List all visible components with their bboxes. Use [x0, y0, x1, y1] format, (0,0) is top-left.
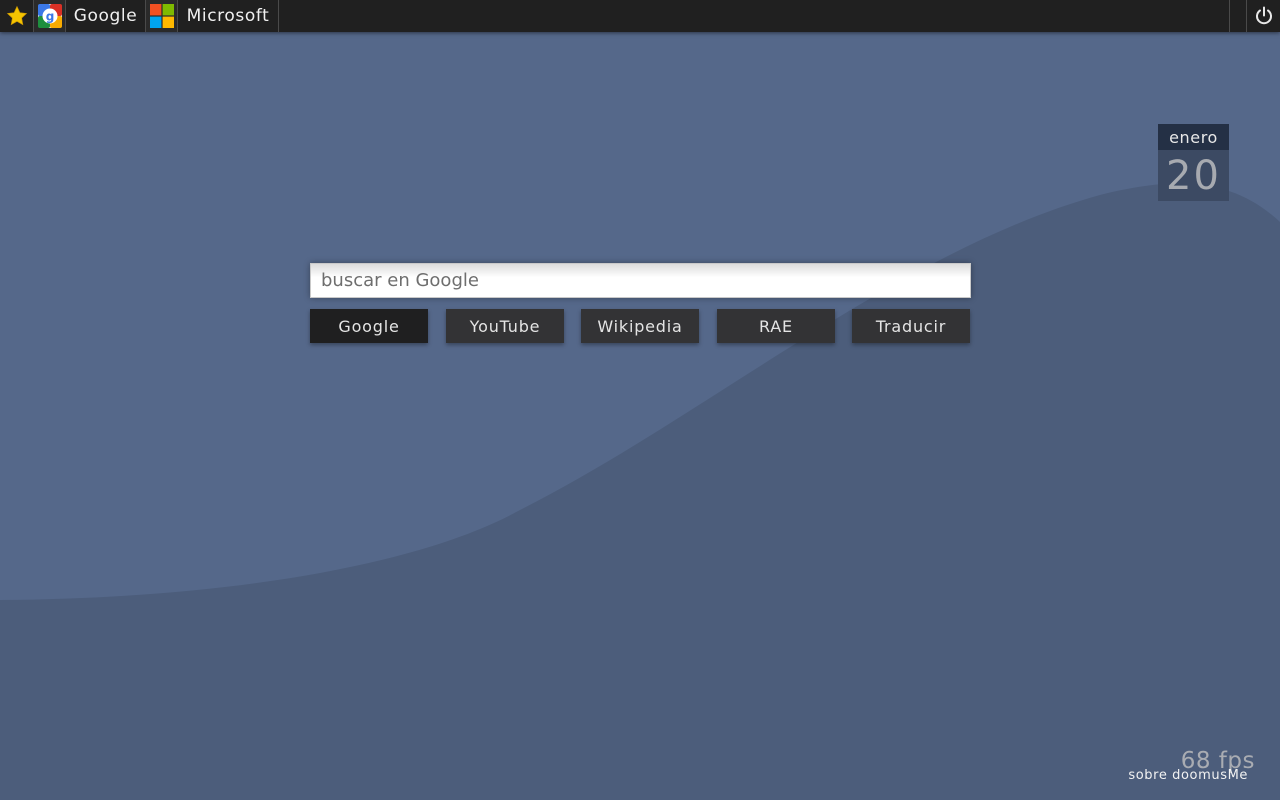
- power-button[interactable]: [1247, 0, 1280, 32]
- engine-button-label: Google: [338, 316, 400, 336]
- svg-text:g: g: [45, 10, 54, 24]
- google-bookmark-label: Google: [73, 6, 138, 26]
- calendar-widget: enero 20: [1158, 124, 1229, 201]
- engine-button-rae[interactable]: RAE: [717, 309, 835, 343]
- engine-button-traducir[interactable]: Traducir: [852, 309, 970, 343]
- microsoft-bookmark-icon-button[interactable]: [146, 0, 178, 32]
- microsoft-bookmark-label: Microsoft: [186, 6, 270, 26]
- about-link[interactable]: sobre doomusMe: [1128, 768, 1248, 783]
- star-icon: [6, 5, 27, 26]
- engine-button-label: Wikipedia: [597, 316, 683, 336]
- search-box: [310, 263, 971, 298]
- power-icon: [1255, 6, 1272, 25]
- microsoft-bookmark-link[interactable]: Microsoft: [178, 0, 279, 32]
- google-bookmark-link[interactable]: Google: [66, 0, 146, 32]
- calendar-month: enero: [1158, 124, 1229, 150]
- engine-button-google[interactable]: Google: [310, 309, 428, 343]
- favorites-button[interactable]: [0, 0, 34, 32]
- topbar-divider: [1229, 0, 1247, 32]
- engine-button-label: Traducir: [875, 316, 947, 336]
- engine-button-wikipedia[interactable]: Wikipedia: [581, 309, 699, 343]
- google-logo-icon: g: [37, 4, 62, 28]
- top-bar: g Google Microsoft: [0, 0, 1280, 32]
- background-wave: [0, 183, 1280, 800]
- engine-button-youtube[interactable]: YouTube: [446, 309, 564, 343]
- engine-button-label: YouTube: [469, 316, 541, 336]
- google-bookmark-icon-button[interactable]: g: [34, 0, 66, 32]
- search-input[interactable]: [311, 264, 970, 297]
- microsoft-logo-icon: [149, 4, 174, 28]
- calendar-day: 20: [1158, 150, 1229, 201]
- engine-button-label: RAE: [759, 316, 793, 336]
